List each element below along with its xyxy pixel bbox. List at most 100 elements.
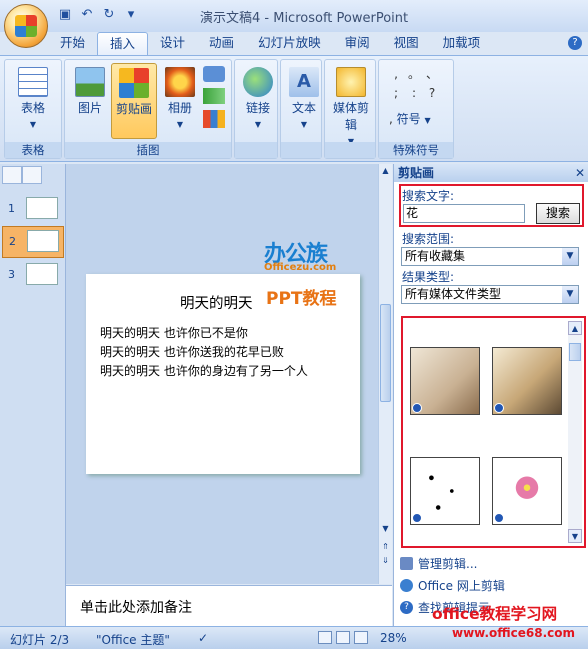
symbols-group-label: 特殊符号 <box>379 142 453 158</box>
title-bar: ▣ ↶ ↻ ▾ 演示文稿4 - Microsoft PowerPoint <box>0 0 588 48</box>
search-input[interactable]: 花 <box>403 204 525 223</box>
slide-body[interactable]: 明天的明天 也许你已不是你 明天的明天 也许你送我的花早已败 明天的明天 也许你… <box>100 324 308 381</box>
close-button[interactable] <box>560 0 588 20</box>
tab-animation[interactable]: 动画 <box>197 32 246 56</box>
slide-thumbnail-1[interactable]: 1 <box>2 194 64 226</box>
media-button[interactable]: 媒体剪辑 ▼ <box>328 63 374 146</box>
notes-placeholder: 单击此处添加备注 <box>80 600 192 616</box>
tab-insert[interactable]: 插入 <box>97 32 149 56</box>
album-button[interactable]: 相册 ▼ <box>157 63 203 139</box>
notes-pane[interactable]: 单击此处添加备注 <box>66 585 392 626</box>
tab-slideshow[interactable]: 幻灯片放映 <box>246 32 333 56</box>
table-icon <box>18 67 48 97</box>
normal-view-icon[interactable] <box>318 631 332 644</box>
smartart-icon[interactable] <box>203 88 225 104</box>
search-label: 搜索文字: <box>402 189 455 203</box>
globe-link-icon <box>243 67 273 97</box>
office-online-link[interactable]: Office 网上剪辑 <box>400 577 505 594</box>
dropdown-arrow-icon: ▼ <box>176 120 184 129</box>
clipart-button[interactable]: 剪贴画 <box>111 63 157 139</box>
slideshow-view-icon[interactable] <box>354 631 368 644</box>
illustrations-group: 图片 剪贴画 相册 ▼ 插图 <box>64 59 232 159</box>
scroll-up-icon[interactable]: ▲ <box>380 166 391 177</box>
dropdown-arrow-icon: ▼ <box>254 120 262 129</box>
scroll-thumb[interactable] <box>380 304 391 402</box>
minimize-button[interactable] <box>504 0 532 20</box>
chart-icon[interactable] <box>203 110 225 128</box>
table-group: 表格 ▼ 表格 <box>4 59 62 159</box>
slide-title[interactable]: 明天的明天 <box>180 292 253 313</box>
scroll-down-icon[interactable]: ▼ <box>380 524 391 535</box>
symbol-cell[interactable]: : <box>405 84 423 103</box>
table-button[interactable]: 表格 ▼ <box>10 63 56 139</box>
customize-qat-icon[interactable]: ▾ <box>122 7 140 23</box>
symbol-cell[interactable]: ? <box>423 84 441 103</box>
picture-button[interactable]: 图片 <box>67 63 113 139</box>
close-icon[interactable]: ✕ <box>575 164 585 182</box>
tab-slides[interactable] <box>2 166 22 184</box>
links-button[interactable]: 链接 ▼ <box>235 63 281 139</box>
slide-thumb-image <box>26 197 58 219</box>
speaker-icon <box>336 67 366 97</box>
symbol-button[interactable]: , 符号 ▼ <box>389 110 431 127</box>
symbol-cell[interactable]: 、 <box>423 65 441 84</box>
slide-sorter-icon[interactable] <box>336 631 350 644</box>
clipart-task-pane: 剪贴画 ✕ 搜索文字: 花 搜索 搜索范围: 所有收藏集 ▼ 结果类型: 所有媒… <box>393 164 588 626</box>
tab-addins[interactable]: 加载项 <box>431 32 493 56</box>
clipart-icon <box>119 68 149 98</box>
dropdown-arrow-icon: ▼ <box>424 116 431 125</box>
watermark-ppt: PPT教程 <box>266 289 337 309</box>
symbols-group: ,。、 ;:? , 符号 ▼ 特殊符号 <box>378 59 454 159</box>
slide-thumbnail-2[interactable]: 2 <box>2 226 64 258</box>
tab-review[interactable]: 审阅 <box>333 32 382 56</box>
slide-counter: 幻灯片 2/3 <box>10 633 70 647</box>
symbol-cell[interactable]: , <box>387 65 405 84</box>
scroll-thumb[interactable] <box>569 343 581 361</box>
slide-thumbnail-3[interactable]: 3 <box>2 260 64 292</box>
type-label: 结果类型: <box>402 270 455 284</box>
comma-icon: , <box>389 112 393 126</box>
scroll-up-icon[interactable]: ▲ <box>568 321 582 335</box>
text-group: A 文本 ▼ <box>280 59 322 159</box>
text-button[interactable]: A 文本 ▼ <box>281 63 327 139</box>
slides-panel: 1 2 3 <box>0 164 66 626</box>
tab-design[interactable]: 设计 <box>148 32 197 56</box>
shapes-icon[interactable] <box>203 66 225 82</box>
theme-name: "Office 主题" <box>96 633 170 647</box>
office-button[interactable] <box>4 4 48 48</box>
album-icon <box>165 67 195 97</box>
ribbon: 表格 ▼ 表格 图片 剪贴画 相册 ▼ 插图 链接 ▼ A 文本 ▼ 媒体剪辑 … <box>0 55 588 162</box>
media-badge-icon <box>494 513 504 523</box>
zoom-level[interactable]: 28% <box>380 631 407 645</box>
slide-vertical-scrollbar[interactable]: ▲ ▼ ⇑ ⇓ <box>378 164 392 584</box>
undo-icon[interactable]: ↶ <box>78 7 96 23</box>
redo-icon[interactable]: ↻ <box>100 7 118 23</box>
symbol-cell[interactable]: ; <box>387 84 405 103</box>
text-a-icon: A <box>289 67 319 97</box>
dropdown-arrow-icon: ▼ <box>562 286 578 303</box>
tab-outline[interactable] <box>22 166 42 184</box>
clipart-results <box>405 321 566 543</box>
dropdown-arrow-icon: ▼ <box>562 248 578 265</box>
results-scrollbar[interactable]: ▲ ▼ <box>568 321 582 543</box>
spellcheck-icon[interactable]: ✓ <box>198 631 208 645</box>
clipart-result-1[interactable] <box>410 347 480 415</box>
help-icon[interactable]: ? <box>568 36 582 50</box>
clipart-result-4[interactable] <box>492 457 562 525</box>
type-select[interactable]: 所有媒体文件类型 ▼ <box>401 285 579 304</box>
clipart-result-3[interactable] <box>410 457 480 525</box>
scroll-down-icon[interactable]: ▼ <box>568 529 582 543</box>
next-slide-icon[interactable]: ⇓ <box>380 556 391 567</box>
scope-select[interactable]: 所有收藏集 ▼ <box>401 247 579 266</box>
maximize-button[interactable] <box>532 0 560 20</box>
symbol-grid: ,。、 ;:? <box>387 65 447 103</box>
tab-view[interactable]: 视图 <box>382 32 431 56</box>
previous-slide-icon[interactable]: ⇑ <box>380 542 391 553</box>
clipart-result-2[interactable] <box>492 347 562 415</box>
tab-home[interactable]: 开始 <box>48 32 97 56</box>
search-button[interactable]: 搜索 <box>536 203 580 224</box>
organize-clips-link[interactable]: 管理剪辑... <box>400 555 477 572</box>
save-icon[interactable]: ▣ <box>56 7 74 23</box>
media-group: 媒体剪辑 ▼ <box>324 59 376 159</box>
symbol-cell[interactable]: 。 <box>405 65 423 84</box>
